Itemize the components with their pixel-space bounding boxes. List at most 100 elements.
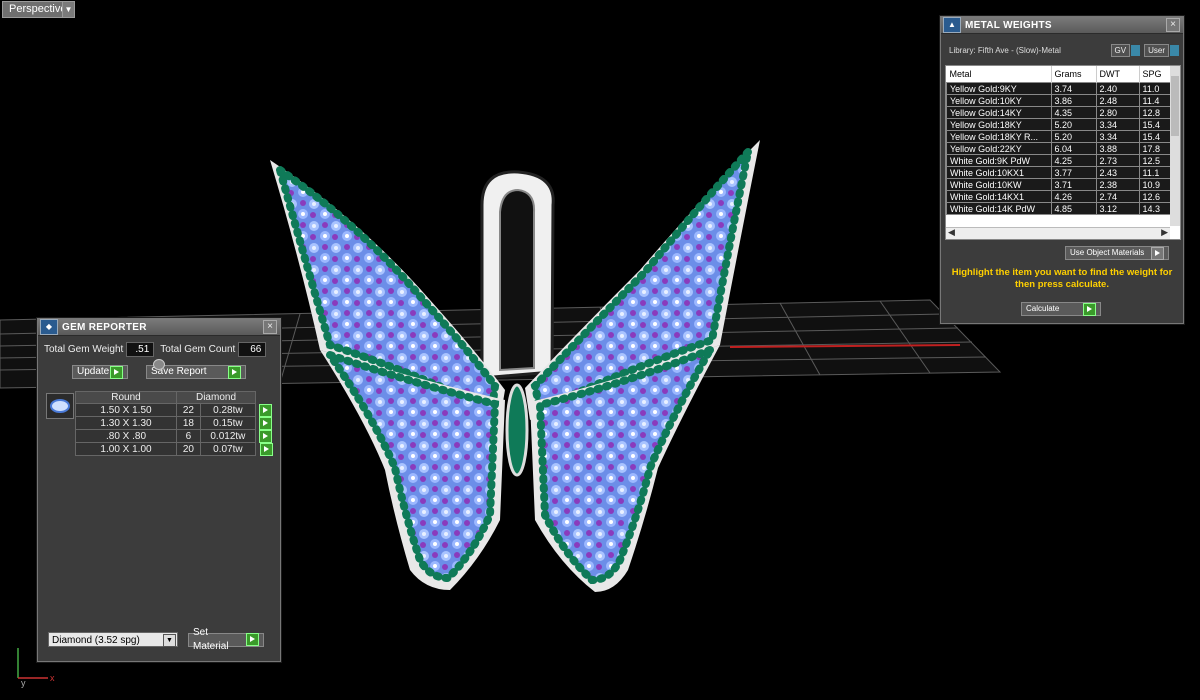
- metal-name: White Gold:14KX1: [946, 190, 1052, 203]
- table-row[interactable]: White Gold:14KX1 4.26 2.74 12.6: [946, 190, 1180, 203]
- table-row[interactable]: White Gold:9K PdW 4.25 2.73 12.5: [946, 154, 1180, 167]
- axis-x-label: x: [50, 673, 55, 683]
- metal-table-container[interactable]: Metal Grams DWT SPG Yellow Gold:9KY 3.74 2…: [945, 65, 1181, 240]
- select-row-arrow-icon[interactable]: [259, 416, 272, 430]
- metal-dwt: 3.34: [1095, 118, 1140, 131]
- table-row[interactable]: Yellow Gold:14KY 4.35 2.80 12.8: [946, 106, 1180, 119]
- gv-toggle[interactable]: GV: [1110, 44, 1131, 57]
- library-row: Library: Fifth Ave - (Slow)-Metal GV Use…: [949, 44, 1183, 57]
- column-header-round: Round: [75, 391, 177, 404]
- metal-name: Yellow Gold:18KY R...: [946, 130, 1052, 143]
- total-gem-weight-label: Total Gem Weight: [44, 344, 124, 355]
- metal-grams: 6.04: [1050, 142, 1097, 155]
- table-row[interactable]: Yellow Gold:18KY R... 5.20 3.34 15.4: [946, 130, 1180, 143]
- gem-weight: 0.15tw: [199, 416, 257, 430]
- metal-dwt: 3.12: [1095, 202, 1140, 215]
- chevron-down-icon: ▼: [163, 634, 176, 647]
- gem-size: 1.50 X 1.50: [75, 403, 177, 417]
- update-button-label: Update: [77, 366, 110, 377]
- scroll-right-icon[interactable]: ▶: [1161, 227, 1168, 238]
- metal-weights-logo-icon: ▲: [943, 17, 961, 33]
- use-object-materials-label: Use Object Materials: [1070, 248, 1145, 257]
- metal-dwt: 3.88: [1095, 142, 1140, 155]
- calculate-button-label: Calculate: [1026, 304, 1060, 313]
- update-button[interactable]: Update: [72, 365, 128, 379]
- column-header-grams: Grams: [1051, 66, 1097, 83]
- metal-dwt: 2.73: [1095, 154, 1140, 167]
- column-header-metal: Metal: [946, 66, 1052, 83]
- gem-reporter-logo-icon: ◆: [40, 319, 58, 335]
- table-row[interactable]: Yellow Gold:9KY 3.74 2.40 11.0: [946, 82, 1180, 95]
- select-row-arrow-icon[interactable]: [259, 403, 272, 417]
- metal-grams: 4.85: [1050, 202, 1097, 215]
- user-toggle[interactable]: User: [1144, 44, 1169, 57]
- column-header-diamond: Diamond: [176, 391, 256, 404]
- metal-weights-titlebar[interactable]: ▲ METAL WEIGHTS ×: [941, 17, 1183, 34]
- metal-grams: 3.74: [1050, 82, 1097, 95]
- metal-name: Yellow Gold:18KY: [946, 118, 1052, 131]
- metal-name: White Gold:9K PdW: [946, 154, 1052, 167]
- viewport-mode-dropdown-icon[interactable]: ▼: [62, 1, 75, 18]
- close-icon[interactable]: ×: [263, 320, 277, 334]
- table-row[interactable]: Yellow Gold:10KY 3.86 2.48 11.4: [946, 94, 1180, 107]
- gem-totals-row: Total Gem Weight .51 Total Gem Count 66: [38, 342, 280, 357]
- go-arrow-icon: [1083, 302, 1096, 316]
- gem-weight: 0.07tw: [199, 442, 257, 456]
- metal-dwt: 2.48: [1095, 94, 1140, 107]
- table-row[interactable]: White Gold:10KW 3.71 2.38 10.9: [946, 178, 1180, 191]
- gem-count: 6: [176, 429, 201, 443]
- metal-grams: 5.20: [1050, 130, 1097, 143]
- close-icon[interactable]: ×: [1166, 18, 1180, 32]
- horizontal-scrollbar[interactable]: ◀ ▶: [946, 227, 1170, 239]
- library-toggles: GV User: [1107, 44, 1179, 57]
- user-info-icon[interactable]: [1170, 45, 1179, 56]
- gem-size: 1.30 X 1.30: [75, 416, 177, 430]
- table-row[interactable]: White Gold:14K PdW 4.85 3.12 14.3: [946, 202, 1180, 215]
- gem-weight: 0.012tw: [199, 429, 257, 443]
- metal-grams: 4.25: [1050, 154, 1097, 167]
- select-row-arrow-icon[interactable]: [259, 429, 272, 443]
- scroll-left-icon[interactable]: ◀: [948, 227, 955, 238]
- table-row[interactable]: Yellow Gold:22KY 6.04 3.88 17.8: [946, 142, 1180, 155]
- table-row[interactable]: .80 X .80 6 0.012tw: [75, 429, 273, 443]
- table-row[interactable]: 1.30 X 1.30 18 0.15tw: [75, 416, 273, 430]
- metal-name: White Gold:10KW: [946, 178, 1052, 191]
- column-header-dwt: DWT: [1096, 66, 1140, 83]
- go-arrow-icon: [228, 365, 241, 379]
- splitter-handle-icon[interactable]: [153, 359, 165, 370]
- gem-count: 20: [176, 442, 201, 456]
- table-row[interactable]: 1.00 X 1.00 20 0.07tw: [75, 442, 273, 456]
- metal-dwt: 2.43: [1095, 166, 1140, 179]
- metal-dwt: 2.80: [1095, 106, 1140, 119]
- material-select[interactable]: Diamond (3.52 spg) ▼: [48, 632, 178, 647]
- go-arrow-icon: [246, 633, 259, 646]
- gem-actions: Update Save Report: [72, 365, 280, 379]
- select-row-arrow-icon[interactable]: [259, 442, 273, 456]
- scrollbar-thumb[interactable]: [1171, 76, 1179, 136]
- round-gem-thumbnail[interactable]: [46, 393, 74, 419]
- gem-reporter-titlebar[interactable]: ◆ GEM REPORTER ×: [38, 319, 280, 336]
- metal-dwt: 2.40: [1095, 82, 1140, 95]
- metal-weights-panel: ▲ METAL WEIGHTS × Library: Fifth Ave - (…: [940, 16, 1184, 324]
- calculate-button[interactable]: Calculate: [1021, 302, 1101, 316]
- metal-dwt: 2.74: [1095, 190, 1140, 203]
- table-row[interactable]: Yellow Gold:18KY 5.20 3.34 15.4: [946, 118, 1180, 131]
- library-label: Library: Fifth Ave - (Slow)-Metal: [949, 46, 1061, 55]
- metal-name: White Gold:14K PdW: [946, 202, 1052, 215]
- gem-reporter-panel: ◆ GEM REPORTER × Total Gem Weight .51 To…: [37, 318, 281, 662]
- go-arrow-icon: [1151, 246, 1164, 260]
- table-row[interactable]: White Gold:10KX1 3.77 2.43 11.1: [946, 166, 1180, 179]
- vertical-scrollbar[interactable]: [1170, 66, 1180, 226]
- metal-grams: 3.77: [1050, 166, 1097, 179]
- metal-grams: 3.71: [1050, 178, 1097, 191]
- use-object-materials-button[interactable]: Use Object Materials: [1065, 246, 1169, 260]
- set-material-button-label: Set Material: [193, 626, 229, 652]
- set-material-button[interactable]: Set Material: [188, 627, 264, 652]
- gem-summary-table: Round Diamond 1.50 X 1.50 22 0.28tw 1.30…: [75, 391, 273, 456]
- gv-info-icon[interactable]: [1131, 45, 1141, 56]
- gem-size: .80 X .80: [75, 429, 177, 443]
- table-row[interactable]: 1.50 X 1.50 22 0.28tw: [75, 403, 273, 417]
- metal-grams: 4.35: [1050, 106, 1097, 119]
- total-gem-weight-value: .51: [126, 342, 155, 357]
- metal-weights-table: Metal Grams DWT SPG Yellow Gold:9KY 3.74 2…: [946, 66, 1180, 215]
